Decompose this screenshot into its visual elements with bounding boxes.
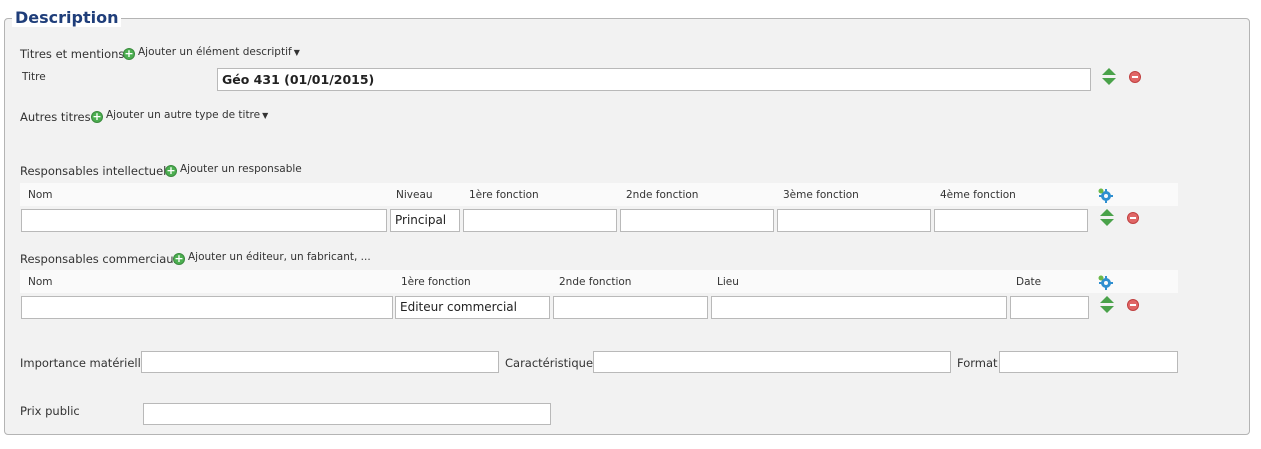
titre-input[interactable]: Géo 431 (01/01/2015)	[217, 68, 1091, 91]
caracteristiques-input[interactable]	[593, 351, 951, 373]
section-legend: Description	[12, 8, 122, 27]
caracteristiques-label: Caractéristiques	[505, 356, 600, 370]
importance-input[interactable]	[141, 351, 499, 373]
add-icon: +	[173, 252, 185, 265]
col-header: Nom	[28, 189, 53, 201]
add-other-title-label: Ajouter un autre type de titre	[106, 109, 261, 121]
add-other-title-link[interactable]: + Ajouter un autre type de titre ▼	[91, 109, 268, 123]
col-header: Lieu	[717, 276, 739, 288]
remove-icon[interactable]	[1129, 71, 1141, 83]
caret-down-icon: ▼	[293, 48, 300, 57]
resp-comm-nom-input[interactable]	[21, 296, 393, 319]
caret-down-icon: ▼	[262, 111, 269, 120]
resp-comm-f1-input[interactable]: Editeur commercial	[395, 296, 550, 319]
resp-comm-lieu-input[interactable]	[711, 296, 1007, 319]
col-header: Date	[1016, 276, 1042, 288]
col-header: 1ère fonction	[401, 276, 471, 288]
col-header: Niveau	[396, 189, 433, 201]
add-editeur-link[interactable]: + Ajouter un éditeur, un fabricant, ...	[173, 251, 371, 265]
col-header: 3ème fonction	[783, 189, 859, 201]
col-header: Nom	[28, 276, 53, 288]
resp-intel-nom-input[interactable]	[21, 209, 387, 232]
add-icon: +	[165, 164, 177, 177]
add-descriptive-element-link[interactable]: + Ajouter un élément descriptif ▼	[123, 46, 300, 60]
titres-label: Titres et mentions	[20, 47, 125, 61]
add-editeur-label: Ajouter un éditeur, un fabricant, ...	[188, 251, 371, 263]
resp-intel-f2-input[interactable]	[620, 209, 774, 232]
autres-titres-label: Autres titres	[20, 110, 91, 124]
resp-comm-f2-input[interactable]	[553, 296, 708, 319]
format-label: Format	[957, 356, 998, 370]
col-header: 4ème fonction	[940, 189, 1016, 201]
titre-label: Titre	[22, 71, 46, 83]
resp-comm-date-input[interactable]	[1010, 296, 1089, 319]
prix-input[interactable]	[143, 403, 551, 425]
resp-intel-f4-input[interactable]	[934, 209, 1088, 232]
resp-intel-niveau-input[interactable]: Principal	[390, 209, 460, 232]
format-input[interactable]	[999, 351, 1178, 373]
settings-gear-icon[interactable]	[1097, 187, 1113, 203]
reorder-arrows-icon[interactable]	[1100, 296, 1114, 316]
reorder-arrows-icon[interactable]	[1102, 68, 1116, 88]
add-responsable-link[interactable]: + Ajouter un responsable	[165, 163, 302, 177]
col-header: 1ère fonction	[469, 189, 539, 201]
remove-icon[interactable]	[1127, 212, 1139, 224]
remove-icon[interactable]	[1127, 299, 1139, 311]
col-header: 2nde fonction	[626, 189, 699, 201]
col-header: 2nde fonction	[559, 276, 632, 288]
reorder-arrows-icon[interactable]	[1100, 209, 1114, 229]
add-icon: +	[123, 47, 135, 60]
importance-label: Importance matérielle	[20, 356, 148, 370]
add-responsable-label: Ajouter un responsable	[180, 163, 302, 175]
add-icon: +	[91, 110, 103, 123]
resp-comm-label: Responsables commerciaux	[20, 252, 181, 266]
settings-gear-icon[interactable]	[1097, 274, 1113, 290]
prix-label: Prix public	[20, 404, 80, 418]
resp-intel-f1-input[interactable]	[463, 209, 617, 232]
add-descriptive-element-label: Ajouter un élément descriptif	[138, 46, 292, 58]
resp-intel-label: Responsables intellectuels	[20, 164, 173, 178]
resp-intel-f3-input[interactable]	[777, 209, 931, 232]
